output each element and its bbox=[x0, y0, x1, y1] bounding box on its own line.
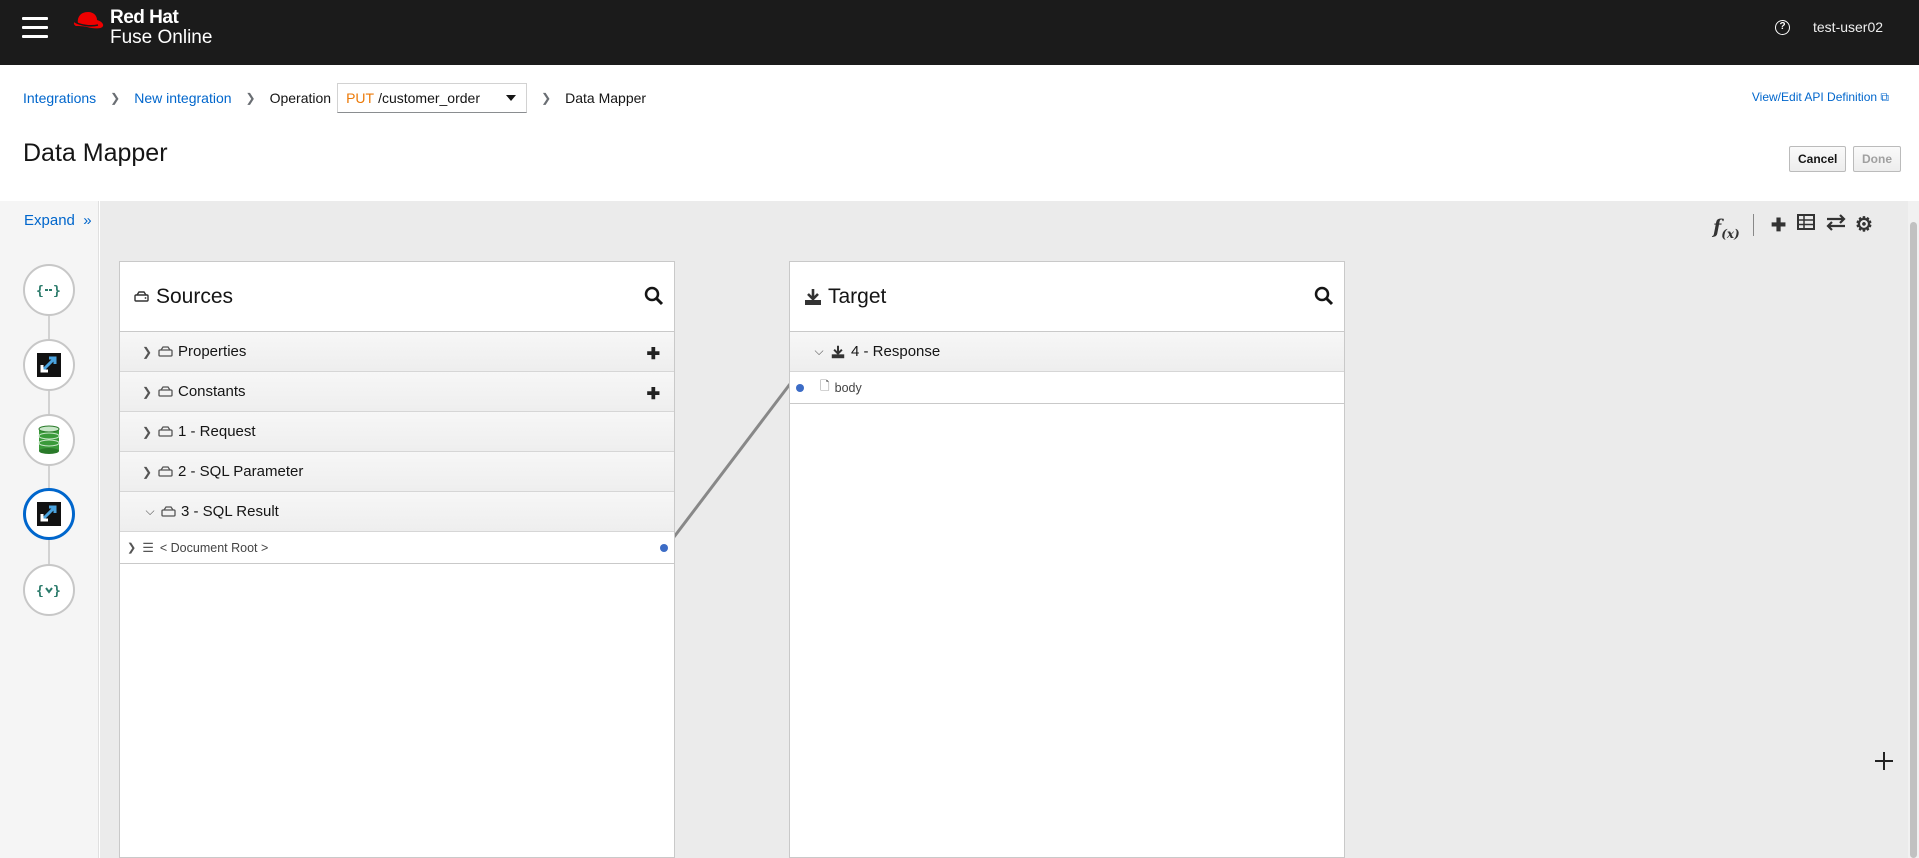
chevron-right-icon[interactable]: ❯ bbox=[138, 465, 156, 479]
hdd-icon bbox=[158, 386, 173, 397]
chevron-right-icon[interactable]: ❯ bbox=[138, 345, 156, 359]
chevron-right-icon[interactable]: ❯ bbox=[138, 425, 156, 439]
source-row-label: 2 - SQL Parameter bbox=[178, 463, 304, 480]
chevron-right-icon[interactable]: ❯ bbox=[127, 541, 136, 554]
hdd-icon bbox=[161, 506, 176, 517]
source-row-sql-result[interactable]: ⌵ 3 - SQL Result bbox=[120, 492, 674, 532]
target-title: Target bbox=[828, 284, 887, 308]
chevron-down-icon[interactable]: ⌵ bbox=[810, 344, 828, 359]
search-icon[interactable] bbox=[1314, 286, 1334, 306]
hdd-icon bbox=[134, 291, 149, 302]
mapping-dot-target bbox=[796, 384, 804, 392]
target-panel: Target ⌵ 4 - Response 🗋 body bbox=[789, 261, 1345, 858]
document-root-label: < Document Root > bbox=[159, 540, 269, 555]
plus-icon[interactable]: ✚ bbox=[647, 344, 660, 364]
source-row-constants[interactable]: ❯ Constants ✚ bbox=[120, 372, 674, 412]
target-header: Target bbox=[790, 262, 1344, 332]
source-row-sql-parameter[interactable]: ❯ 2 - SQL Parameter bbox=[120, 452, 674, 492]
crosshair-cursor-icon bbox=[1875, 752, 1893, 770]
target-row-label: 4 - Response bbox=[851, 343, 941, 360]
source-row-label: Constants bbox=[178, 383, 246, 400]
download-icon bbox=[805, 288, 821, 305]
target-field-body[interactable]: 🗋 body bbox=[790, 372, 1344, 404]
target-row-response[interactable]: ⌵ 4 - Response bbox=[790, 332, 1344, 372]
sources-title: Sources bbox=[156, 284, 234, 308]
chevron-down-icon[interactable]: ⌵ bbox=[141, 504, 159, 519]
plus-icon[interactable]: ✚ bbox=[647, 384, 660, 404]
source-document-root[interactable]: ❯ ☰ < Document Root > bbox=[120, 532, 674, 564]
mapping-dot-source bbox=[660, 544, 668, 552]
list-icon: ☰ bbox=[142, 539, 154, 555]
chevron-right-icon[interactable]: ❯ bbox=[138, 385, 156, 399]
source-row-properties[interactable]: ❯ Properties ✚ bbox=[120, 332, 674, 372]
hdd-icon bbox=[158, 346, 173, 357]
hdd-icon bbox=[158, 466, 173, 477]
source-row-label: Properties bbox=[178, 343, 247, 360]
sources-panel: Sources ❯ Properties ✚ ❯ Constants ✚ ❯ 1… bbox=[119, 261, 675, 858]
search-icon[interactable] bbox=[644, 286, 664, 306]
hdd-icon bbox=[158, 426, 173, 437]
source-row-label: 3 - SQL Result bbox=[181, 503, 279, 520]
file-icon: 🗋 bbox=[820, 379, 830, 393]
sources-header: Sources bbox=[120, 262, 674, 332]
body-field-label: body bbox=[834, 380, 862, 395]
download-icon bbox=[831, 345, 845, 358]
source-row-request[interactable]: ❯ 1 - Request bbox=[120, 412, 674, 452]
source-row-label: 1 - Request bbox=[178, 423, 256, 440]
